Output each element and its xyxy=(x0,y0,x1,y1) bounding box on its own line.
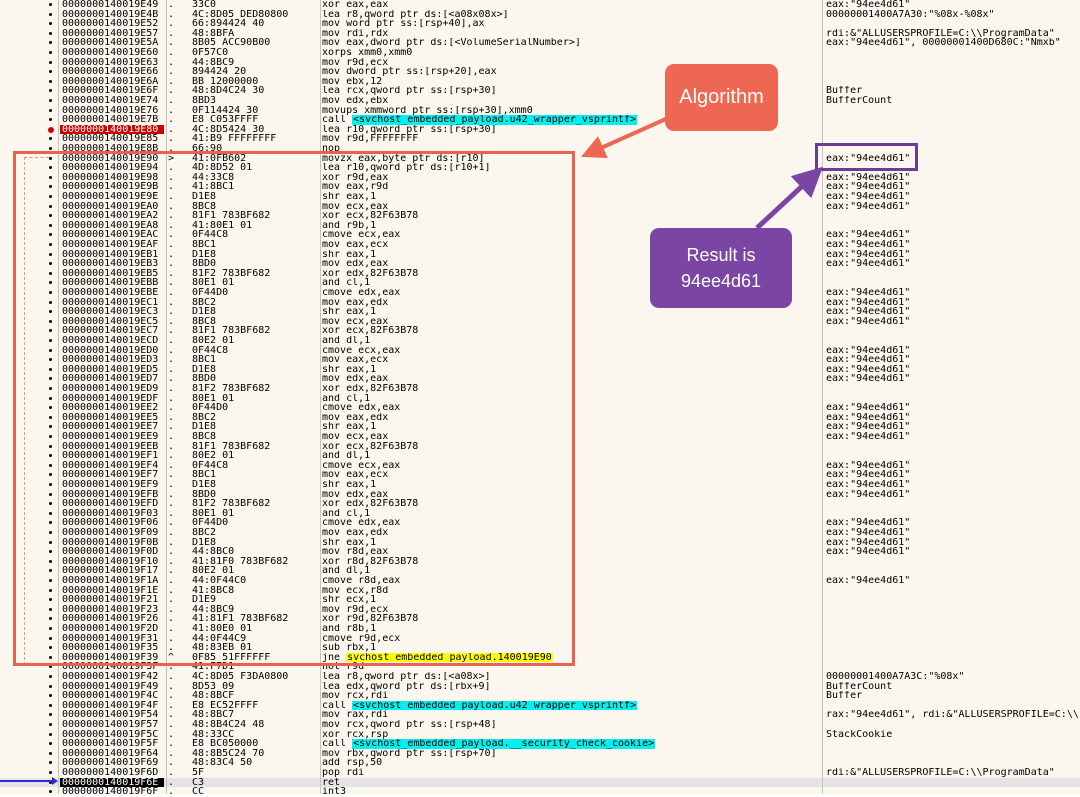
result-callout: Result is 94ee4d61 xyxy=(650,228,792,308)
result-callout-line1: Result is xyxy=(686,245,756,265)
algorithm-arrow xyxy=(581,116,669,159)
algorithm-callout: Algorithm xyxy=(665,64,778,131)
annotation-arrows xyxy=(581,116,823,230)
algorithm-callout-text: Algorithm xyxy=(679,86,764,108)
result-arrow xyxy=(755,166,823,230)
result-callout-line2: 94ee4d61 xyxy=(680,271,762,291)
